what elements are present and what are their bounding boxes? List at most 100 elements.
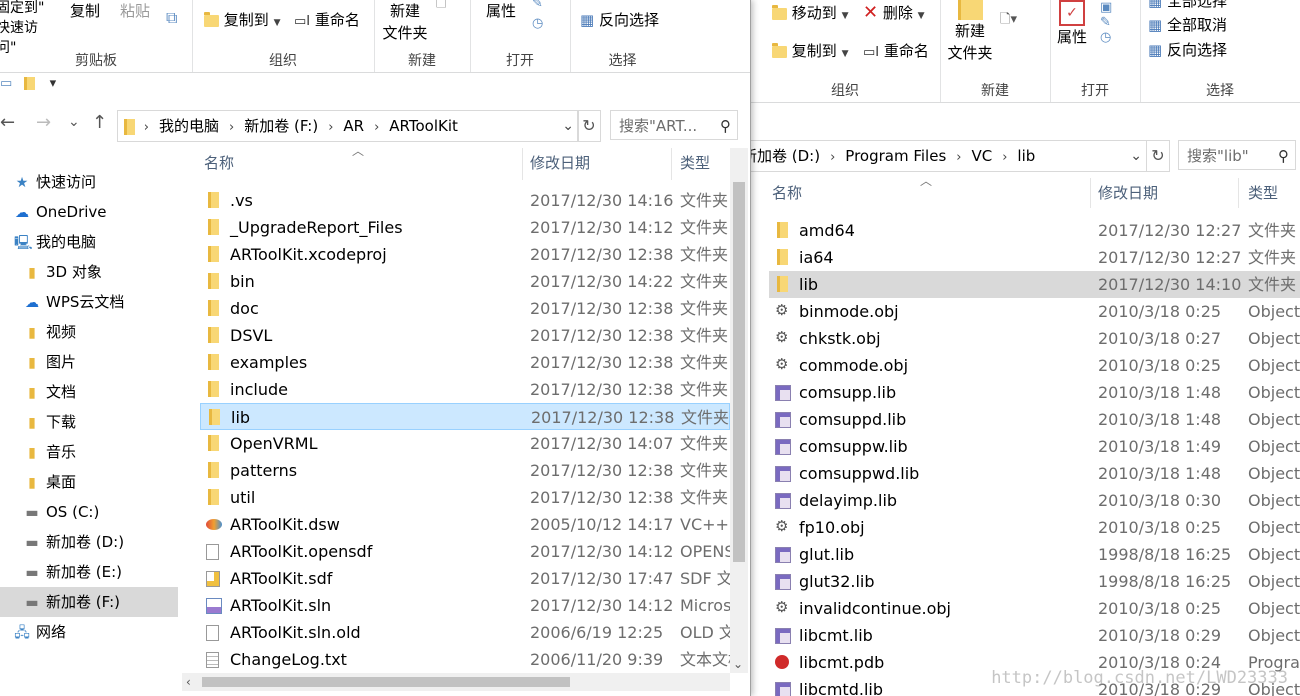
new-folder-button-left[interactable]: 新建 文件夹 [380,0,430,44]
folder-small-icon[interactable] [24,77,36,90]
open-icons[interactable]: ✎ ◷ [532,0,543,34]
nav-item[interactable]: ▮ 3D 对象 [0,257,178,287]
file-row[interactable]: ⚙ invalidcontinue.obj 2010/3/18 0:25 Object [769,595,1300,622]
copy-to-button-left[interactable]: 复制到 ▼ [204,9,281,30]
vertical-scrollbar[interactable]: ⌄ [730,148,748,673]
file-row[interactable]: _UpgradeReport_Files 2017/12/30 14:12 文件夹 [200,214,730,241]
rename-button-left[interactable]: ▭I 重命名 [294,9,360,30]
breadcrumb[interactable]: VC [965,141,998,171]
scrollbar-thumb[interactable] [202,677,570,687]
select-all-button[interactable]: ▦ 全部选择 [1148,0,1227,11]
nav-item[interactable]: 🖳 我的电脑 [0,227,178,257]
delete-button[interactable]: ✕ 删除 ▼ [863,2,925,23]
file-row[interactable]: glut.lib 1998/8/18 16:25 Object [769,541,1300,568]
nav-item[interactable]: ▬ 新加卷 (F:) [0,587,178,617]
file-row[interactable]: OpenVRML 2017/12/30 14:07 文件夹 [200,430,730,457]
file-row[interactable]: ⚙ binmode.obj 2010/3/18 0:25 Object [769,298,1300,325]
copy-to-button-right[interactable]: 复制到 ▼ [772,40,849,61]
file-row[interactable]: ⚙ chkstk.obj 2010/3/18 0:27 Object [769,325,1300,352]
breadcrumb-chevron-icon[interactable]: › [324,113,337,141]
column-header-date-right[interactable]: 修改日期 [1098,178,1158,208]
file-row[interactable]: ARToolKit.opensdf 2017/12/30 14:12 OPENSDF [200,538,730,565]
scroll-down-icon[interactable]: ⌄ [733,657,743,671]
nav-item[interactable]: ▬ 新加卷 (D:) [0,527,178,557]
file-row[interactable]: comsuppwd.lib 2010/3/18 1:48 Object [769,460,1300,487]
file-row[interactable]: libcmt.lib 2010/3/18 0:29 Object [769,622,1300,649]
file-row[interactable]: examples 2017/12/30 12:38 文件夹 [200,349,730,376]
file-row[interactable]: ia64 2017/12/30 12:27 文件夹 [769,244,1300,271]
customize-toolbar-icon[interactable]: ▾ [50,76,57,91]
search-input-right[interactable]: 搜索"lib" ⚲ [1178,140,1296,170]
file-row[interactable]: lib 2017/12/30 12:38 文件夹 [200,403,730,430]
file-row[interactable]: ⚙ commode.obj 2010/3/18 0:25 Object [769,352,1300,379]
breadcrumb[interactable]: Program Files [839,141,952,171]
nav-item[interactable]: ▮ 视频 [0,317,178,347]
file-row[interactable]: ARToolKit.sln.old 2006/6/19 12:25 OLD 文件 [200,619,730,646]
breadcrumb[interactable]: 新加卷 (F:) [238,111,324,141]
file-row[interactable]: amd64 2017/12/30 12:27 文件夹 [769,217,1300,244]
breadcrumb-chevron-icon[interactable]: › [370,113,383,141]
address-dropdown-icon[interactable]: ⌄ [1130,141,1142,171]
column-header-name-right[interactable]: 名称 [772,178,802,208]
column-header-type-right[interactable]: 类型 [1248,178,1278,208]
properties-button-right[interactable]: ✓ 属性 [1052,0,1092,48]
invert-selection-button-left[interactable]: ▦ 反向选择 [580,9,659,30]
select-none-button[interactable]: ▦ 全部取消 [1148,14,1227,35]
column-header-name-left[interactable]: 名称 [204,148,234,178]
file-row[interactable]: ⚙ fp10.obj 2010/3/18 0:25 Object [769,514,1300,541]
nav-item[interactable]: ★ 快速访问 [0,167,178,197]
copy-button[interactable]: 复制 [70,0,100,21]
refresh-icon[interactable]: ↻ [577,110,601,142]
horizontal-scrollbar[interactable]: ‹ [182,673,730,691]
nav-item[interactable]: ▬ OS (C:) [0,497,178,527]
paste-button[interactable]: 粘贴 [120,0,150,21]
invert-selection-button-right[interactable]: ▦ 反向选择 [1148,39,1227,60]
file-row[interactable]: ChangeLog.txt 2006/11/20 9:39 文本文档 [200,646,730,673]
column-header-type-left[interactable]: 类型 [680,148,710,178]
address-dropdown-icon[interactable]: ⌄ [562,111,574,141]
file-row[interactable]: ARToolKit.sln 2017/12/30 14:12 Microsoft [200,592,730,619]
file-row[interactable]: comsuppd.lib 2010/3/18 1:48 Object [769,406,1300,433]
file-row[interactable]: ARToolKit.sdf 2017/12/30 17:47 SDF 文件 [200,565,730,592]
nav-item[interactable]: ▮ 音乐 [0,437,178,467]
new-folder-button-right[interactable]: 新建 文件夹 [946,0,994,64]
file-row[interactable]: delayimp.lib 2010/3/18 0:30 Object [769,487,1300,514]
breadcrumb[interactable]: lib [1011,141,1041,171]
file-row[interactable]: comsuppw.lib 2010/3/18 1:49 Object [769,433,1300,460]
rename-button-right[interactable]: ▭I 重命名 [863,40,929,61]
scroll-left-icon[interactable]: ‹ [186,673,191,691]
paste-shortcut-icon[interactable]: ⧉ [166,8,177,28]
file-row[interactable]: util 2017/12/30 12:38 文件夹 [200,484,730,511]
breadcrumb[interactable]: 我的电脑 [153,111,225,141]
search-input-left[interactable]: 搜索"ART... ⚲ [610,110,738,140]
address-bar-left[interactable]: › 我的电脑 › 新加卷 (F:) › AR › ARToolKit ⌄ [117,110,579,142]
breadcrumb-chevron-icon[interactable]: › [140,113,153,141]
file-row[interactable]: lib 2017/12/30 14:10 文件夹 [769,271,1300,298]
up-button[interactable]: ↑ [92,112,107,133]
nav-item[interactable]: ☁ WPS云文档 [0,287,178,317]
nav-item[interactable]: ▮ 桌面 [0,467,178,497]
column-header-date-left[interactable]: 修改日期 [530,148,590,178]
forward-button[interactable]: → [36,112,51,133]
nav-item[interactable]: ▮ 下载 [0,407,178,437]
nav-item[interactable]: ▬ 新加卷 (E:) [0,557,178,587]
file-row[interactable]: include 2017/12/30 12:38 文件夹 [200,376,730,403]
new-item-button[interactable]: 🗋 [436,0,446,16]
nav-item[interactable]: ☁ OneDrive [0,197,178,227]
file-row[interactable]: patterns 2017/12/30 12:38 文件夹 [200,457,730,484]
file-row[interactable]: glut32.lib 1998/8/18 16:25 Object [769,568,1300,595]
file-row[interactable]: ARToolKit.xcodeproj 2017/12/30 12:38 文件夹 [200,241,730,268]
file-row[interactable]: comsupp.lib 2010/3/18 1:48 Object [769,379,1300,406]
back-button[interactable]: ← [0,112,15,133]
file-row[interactable]: doc 2017/12/30 12:38 文件夹 [200,295,730,322]
move-to-button[interactable]: 移动到 ▼ [772,2,849,23]
nav-item[interactable]: 🖧 网络 [0,617,178,647]
breadcrumb-chevron-icon[interactable]: › [225,113,238,141]
nav-item[interactable]: ▮ 图片 [0,347,178,377]
file-row[interactable]: DSVL 2017/12/30 12:38 文件夹 [200,322,730,349]
file-row[interactable]: .vs 2017/12/30 14:16 文件夹 [200,187,730,214]
file-row[interactable]: ARToolKit.dsw 2005/10/12 14:17 VC++ 6 [200,511,730,538]
nav-item[interactable]: ▮ 文档 [0,377,178,407]
new-item-button[interactable]: 🗋▾ [1000,10,1017,32]
properties-small-icon[interactable]: ▭ [0,76,12,91]
